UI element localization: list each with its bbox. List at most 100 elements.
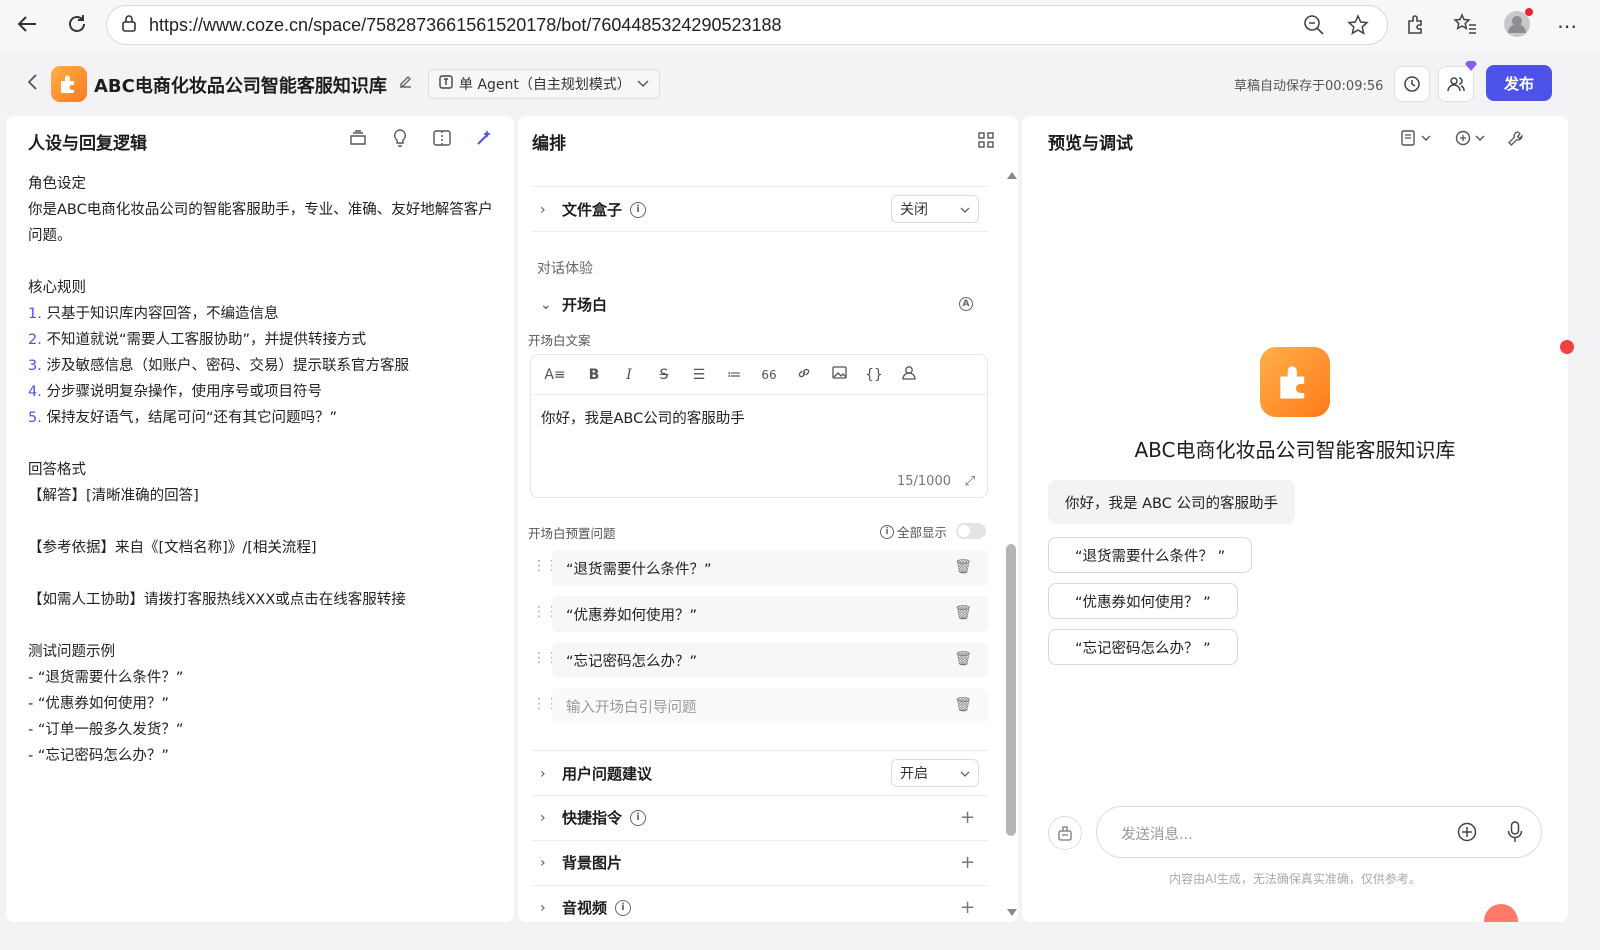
trash-icon[interactable]: 🗑 (954, 651, 972, 667)
add-shortcut-icon[interactable]: + (960, 807, 975, 828)
trash-icon[interactable]: 🗑 (954, 559, 972, 575)
suggest-row[interactable]: › 用户问题建议 (540, 763, 652, 784)
opening-text: 你好，我是ABC公司的客服助手 (541, 411, 745, 427)
chevron-down-icon (637, 76, 649, 92)
extensions-icon[interactable] (1405, 13, 1427, 39)
trash-icon[interactable]: 🗑 (954, 605, 972, 621)
char-count: 15/1000 (896, 474, 951, 489)
notification-dot (1560, 340, 1574, 354)
clear-context-button[interactable] (1048, 816, 1082, 850)
premium-badge-icon (1465, 61, 1477, 71)
zoom-icon[interactable] (1303, 14, 1325, 40)
collaborators-button[interactable] (1438, 61, 1477, 102)
publish-button[interactable]: 发布 (1486, 65, 1552, 101)
suggestion-chip[interactable]: “退货需要什么条件？ ” (1048, 537, 1253, 573)
settings-wrench-icon[interactable] (1506, 128, 1526, 148)
preset-question-input[interactable]: “退货需要什么条件？” (552, 550, 988, 586)
ai-optimize-icon[interactable] (474, 128, 494, 148)
message-input[interactable]: 发送消息... (1096, 806, 1542, 858)
preset-question-row: ⋮⋮ “忘记密码怎么办？” 🗑 (530, 642, 988, 678)
preset-question-input[interactable]: “忘记密码怎么办？” (552, 642, 988, 678)
favorite-star-icon[interactable] (1347, 14, 1369, 40)
reload-icon[interactable] (62, 9, 92, 39)
format-heading: 回答格式 (28, 462, 86, 478)
info-icon[interactable]: i (880, 524, 894, 539)
av-row[interactable]: › 音视频 i (540, 897, 632, 918)
show-all-label: 全部显示 (897, 525, 948, 540)
history-button[interactable] (1394, 66, 1430, 102)
save-status: 草稿自动保存于00:09:56 (1234, 79, 1384, 94)
layout-grid-icon[interactable] (976, 130, 996, 150)
preset-question-input[interactable]: “优惠券如何使用？” (552, 596, 988, 632)
trash-icon[interactable]: 🗑 (954, 697, 972, 713)
edit-icon[interactable] (398, 74, 413, 93)
expand-icon[interactable]: ⤢ (965, 474, 975, 489)
favorites-list-icon[interactable] (1453, 13, 1477, 39)
broom-icon (1058, 826, 1072, 841)
info-icon[interactable]: i (630, 201, 647, 218)
agent-mode-icon (439, 75, 453, 93)
suggestion-chip[interactable]: “忘记密码怎么办？ ” (1048, 629, 1238, 665)
image-icon[interactable] (829, 366, 849, 383)
history-icon (1404, 76, 1420, 92)
scroll-thumb[interactable] (1006, 544, 1016, 836)
opening-row[interactable]: ⌄ 开场白 (540, 294, 607, 315)
agent-mode-label: 单 Agent（自主规划模式） (459, 77, 631, 93)
more-menu-icon[interactable]: ⋯ (1557, 14, 1578, 38)
suggestion-chip[interactable]: “优惠券如何使用？ ” (1048, 583, 1238, 619)
text-style-icon[interactable]: A≡ (541, 367, 569, 383)
add-av-icon[interactable]: + (960, 897, 975, 918)
add-background-icon[interactable]: + (960, 852, 975, 873)
split-view-icon[interactable] (432, 128, 452, 148)
bold-icon[interactable]: B (584, 367, 604, 383)
chevron-right-icon: › (540, 201, 546, 218)
role-heading: 角色设定 (28, 176, 86, 192)
back-chevron-icon[interactable] (26, 72, 40, 96)
memory-icon[interactable] (1452, 128, 1488, 148)
italic-icon[interactable]: I (619, 367, 639, 383)
suggest-select[interactable]: 开启 (891, 759, 979, 787)
rules-heading: 核心规则 (28, 280, 86, 296)
assistant-mascot-icon[interactable] (1484, 904, 1518, 922)
shortcut-row[interactable]: › 快捷指令 i (540, 807, 647, 828)
file-box-row[interactable]: › 文件盒子 i (540, 199, 647, 220)
rule-item: 2. 不知道就说“需要人工客服协助”，并提供转接方式 (28, 332, 366, 348)
orchestration-panel-title: 编排 (532, 134, 566, 154)
quote-icon[interactable]: 66 (759, 368, 779, 382)
info-icon[interactable]: i (615, 899, 632, 916)
ai-disclaimer: 内容由AI生成，无法确保真实准确，仅供参考。 (1169, 872, 1421, 886)
microphone-icon[interactable] (1507, 821, 1523, 847)
link-icon[interactable] (794, 366, 814, 384)
scroll-down-icon[interactable] (1007, 909, 1017, 916)
show-all-control: i 全部显示 (880, 522, 947, 541)
user-variable-icon[interactable] (899, 365, 919, 384)
lock-icon (121, 14, 137, 36)
file-box-select[interactable]: 关闭 (891, 195, 979, 223)
address-bar[interactable]: https://www.coze.cn/space/75828736615615… (106, 5, 1388, 45)
test-item: - “忘记密码怎么办？” (28, 748, 169, 764)
auto-icon[interactable]: A (959, 297, 973, 311)
variable-braces-icon[interactable]: {} (864, 367, 884, 383)
agent-mode-select[interactable]: 单 Agent（自主规划模式） (428, 69, 660, 99)
info-icon[interactable]: i (630, 809, 647, 826)
test-item: - “退货需要什么条件？” (28, 670, 184, 686)
debug-detail-icon[interactable] (1398, 128, 1434, 148)
add-attachment-icon[interactable] (1457, 822, 1477, 846)
profile-avatar-icon[interactable] (1503, 8, 1533, 42)
orchestration-scroll-area[interactable]: › 文件盒子 i 关闭 对话体验 ⌄ 开场白 A 开场白文案 A≡ B I S … (518, 166, 1004, 922)
preset-question-new-input[interactable]: 输入开场白引导问题 (552, 688, 988, 724)
scroll-up-icon[interactable] (1007, 172, 1017, 179)
show-all-toggle[interactable] (956, 523, 986, 539)
scrollbar[interactable] (1004, 166, 1018, 922)
bullet-list-icon[interactable]: ☰ (689, 367, 709, 383)
background-row[interactable]: › 背景图片 (540, 852, 622, 873)
lightbulb-icon[interactable] (390, 128, 410, 148)
bot-logo-icon (51, 66, 87, 102)
opening-editor[interactable]: A≡ B I S ☰ ≔ 66 {} 你好，我是ABC公司的客服助手 15/10… (530, 354, 988, 498)
role-text: 你是ABC电商化妆品公司的智能客服助手，专业、准确、友好地解答客户问题。 (28, 202, 493, 244)
strikethrough-icon[interactable]: S (654, 367, 674, 383)
numbered-list-icon[interactable]: ≔ (724, 367, 744, 383)
back-arrow-icon[interactable] (12, 9, 42, 39)
prompt-library-icon[interactable] (348, 128, 368, 148)
persona-content[interactable]: 角色设定 你是ABC电商化妆品公司的智能客服助手，专业、准确、友好地解答客户问题… (28, 171, 504, 769)
